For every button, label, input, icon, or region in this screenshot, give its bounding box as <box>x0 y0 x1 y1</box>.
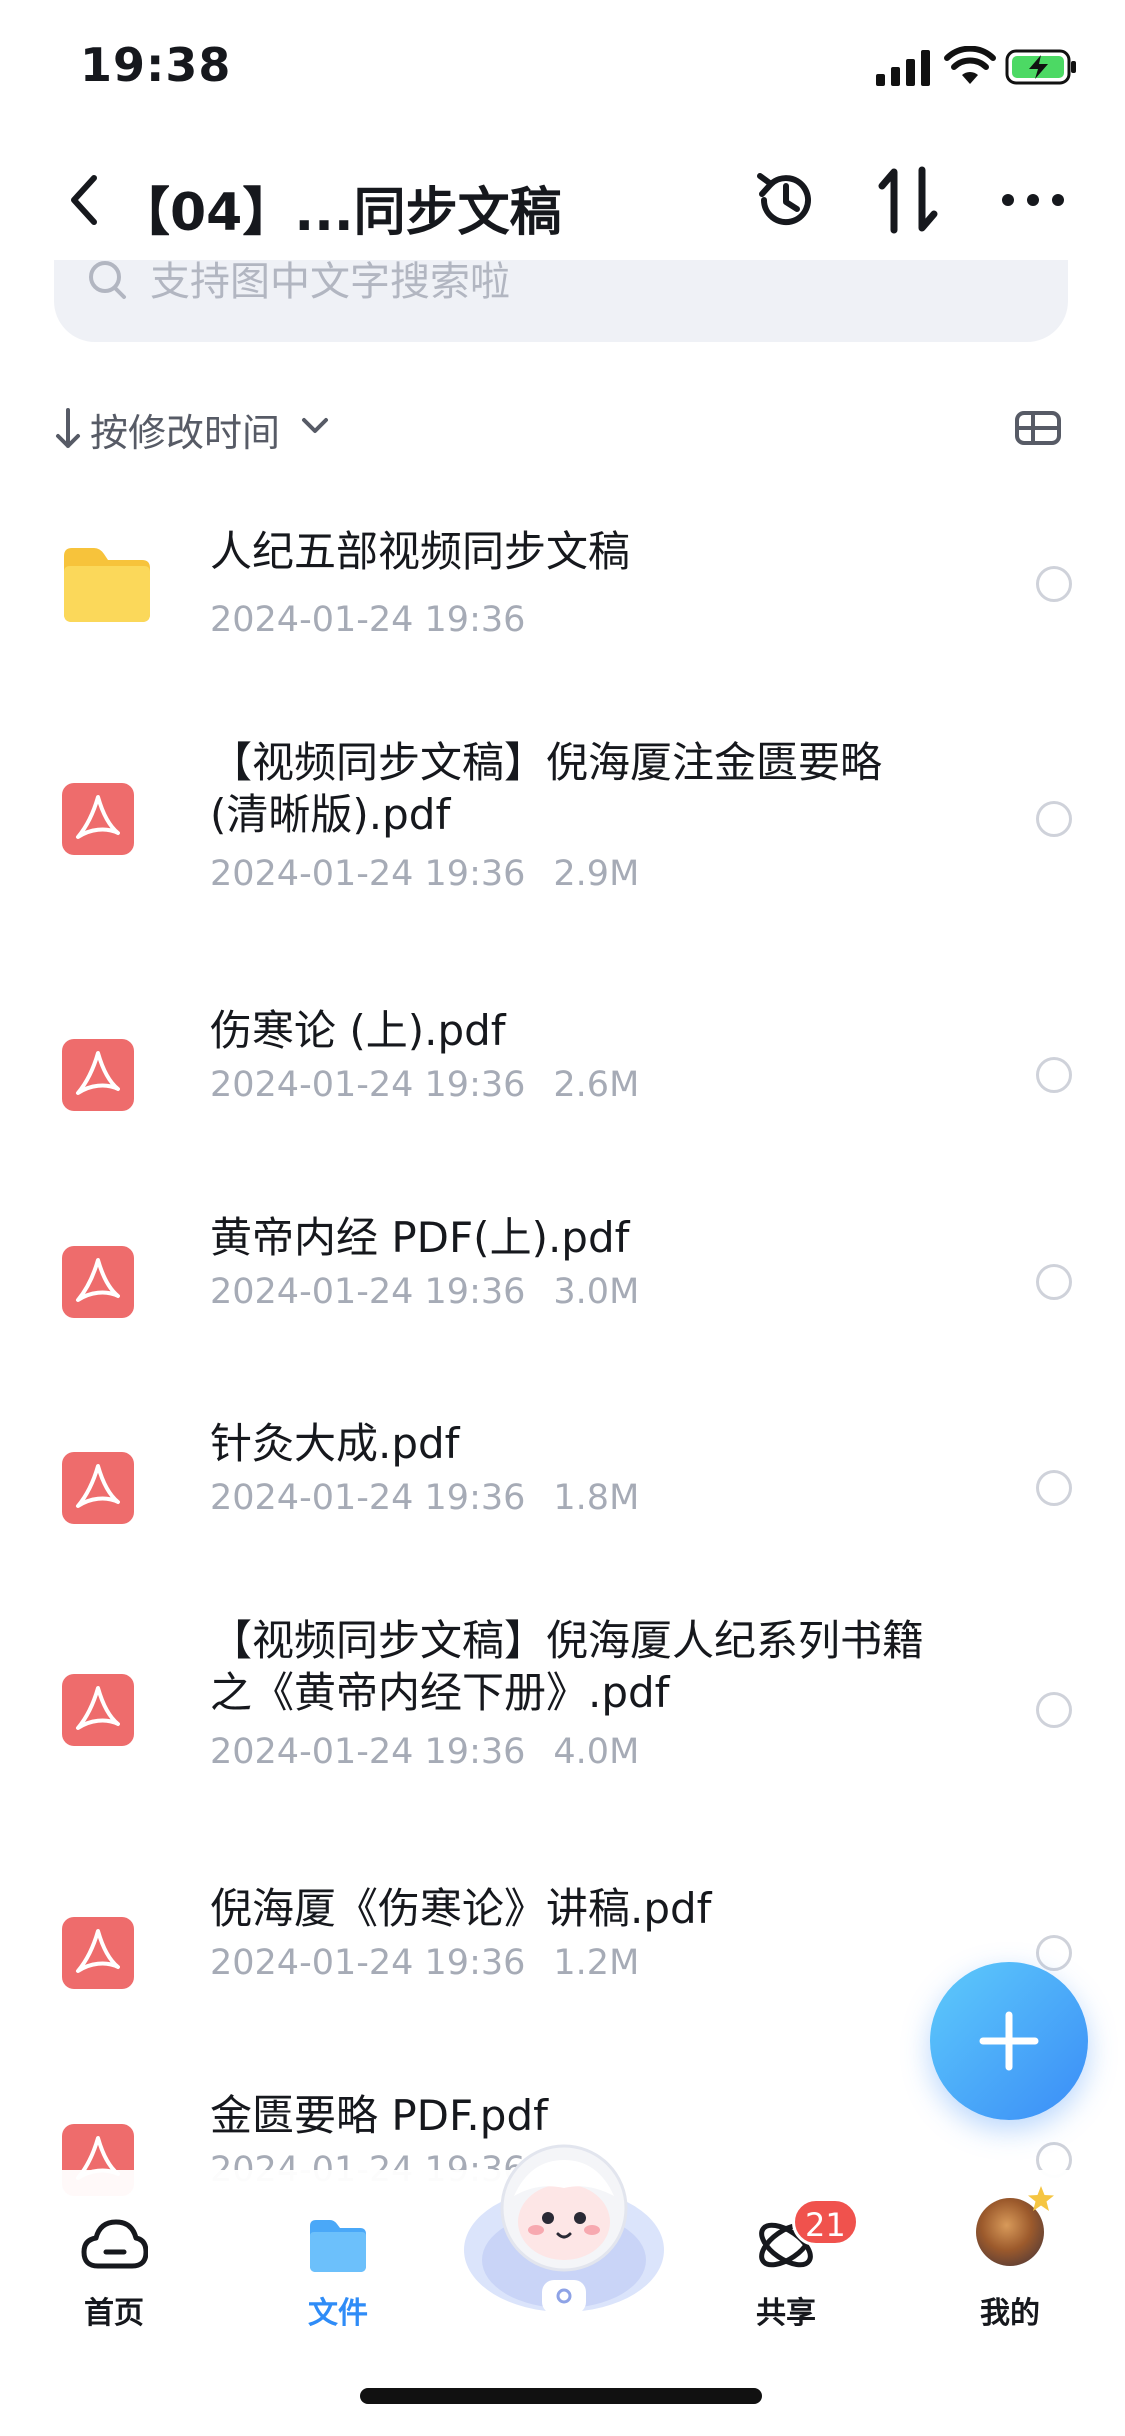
sort-down-arrow-icon <box>56 408 80 448</box>
file-meta: 2024-01-24 19:36 1.8M <box>210 1478 639 1518</box>
chevron-down-icon <box>302 418 328 433</box>
tab-home[interactable]: 首页 <box>34 2198 194 2331</box>
search-input[interactable]: 支持图中文字搜索啦 <box>54 260 1068 342</box>
select-checkbox[interactable] <box>1036 801 1072 837</box>
nav-bar: 【04】...同步文稿 <box>0 140 1125 260</box>
pdf-file-icon <box>62 1039 134 1111</box>
tab-label: 我的 <box>980 2296 1040 2331</box>
battery-charging-icon <box>1005 49 1076 85</box>
tab-label: 首页 <box>84 2296 144 2331</box>
pdf-file-icon <box>62 1674 134 1746</box>
list-view-toggle-icon[interactable] <box>1014 408 1062 448</box>
file-size: 2.6M <box>553 1065 640 1105</box>
cloud-home-icon <box>81 2219 148 2269</box>
file-name: 黄帝内经 PDF(上).pdf <box>210 1213 630 1262</box>
notification-badge: 21 <box>792 2198 859 2246</box>
add-button[interactable] <box>930 1962 1088 2120</box>
file-size: 2.9M <box>553 854 640 894</box>
back-icon[interactable] <box>60 168 108 232</box>
tab-files[interactable]: 文件 <box>258 2198 418 2331</box>
assistant-mascot-button[interactable] <box>458 2130 670 2320</box>
file-meta: 2024-01-24 19:36 3.0M <box>210 1272 639 1312</box>
select-checkbox[interactable] <box>1036 1692 1072 1728</box>
file-meta: 2024-01-24 19:36 1.2M <box>210 1943 639 1983</box>
home-indicator <box>360 2388 762 2404</box>
file-meta: 2024-01-24 19:36 <box>210 600 525 640</box>
plus-icon <box>979 2011 1039 2071</box>
select-checkbox[interactable] <box>1036 1470 1072 1506</box>
file-name: 【视频同步文稿】倪海厦人纪系列书籍之《黄帝内经下册》.pdf <box>210 1616 925 1717</box>
file-date: 2024-01-24 19:36 <box>210 1065 526 1105</box>
file-date: 2024-01-24 19:36 <box>210 1478 526 1518</box>
select-checkbox[interactable] <box>1036 566 1072 602</box>
wifi-icon <box>944 46 996 84</box>
select-checkbox[interactable] <box>1036 1057 1072 1093</box>
select-checkbox[interactable] <box>1036 1264 1072 1300</box>
page: 19:38 【04】...同步文稿 支持图中文字搜索啦 按修改时间 人纪五部视频… <box>0 0 1125 2436</box>
file-name: 【视频同步文稿】倪海厦注金匮要略 (清晰版).pdf <box>210 738 883 839</box>
file-date: 2024-01-24 19:36 <box>210 1272 526 1312</box>
page-title: 【04】...同步文稿 <box>118 183 562 243</box>
pdf-file-icon <box>62 1452 134 1524</box>
transfer-sort-icon[interactable] <box>876 164 942 236</box>
pdf-file-icon <box>62 1246 134 1318</box>
pdf-file-icon <box>62 783 134 855</box>
search-icon <box>89 261 126 299</box>
file-meta: 2024-01-24 19:36 4.0M <box>210 1732 639 1772</box>
file-name: 倪海厦《伤寒论》讲稿.pdf <box>210 1884 712 1933</box>
file-meta: 2024-01-24 19:36 2.9M <box>210 854 639 894</box>
tab-share[interactable]: 21 共享 <box>706 2198 866 2331</box>
pdf-file-icon <box>62 1917 134 1989</box>
tab-label: 共享 <box>756 2296 816 2331</box>
more-icon[interactable] <box>1000 180 1066 220</box>
status-time: 19:38 <box>80 38 232 92</box>
search-placeholder: 支持图中文字搜索啦 <box>150 259 510 305</box>
file-date: 2024-01-24 19:36 <box>210 600 526 640</box>
file-name: 针灸大成.pdf <box>210 1419 460 1468</box>
file-size: 4.0M <box>553 1732 640 1772</box>
history-icon[interactable] <box>752 166 820 234</box>
cellular-signal-icon <box>876 50 930 86</box>
status-bar: 19:38 <box>0 0 1125 140</box>
file-size: 1.2M <box>553 1943 640 1983</box>
file-name: 伤寒论 (上).pdf <box>210 1006 506 1055</box>
select-checkbox[interactable] <box>1036 1935 1072 1971</box>
file-date: 2024-01-24 19:36 <box>210 1732 526 1772</box>
file-size: 1.8M <box>553 1478 640 1518</box>
star-badge-icon <box>1028 2186 1054 2211</box>
file-date: 2024-01-24 19:36 <box>210 854 526 894</box>
folder-icon <box>310 2220 366 2272</box>
folder-icon <box>64 548 150 622</box>
file-name: 人纪五部视频同步文稿 <box>210 527 631 576</box>
tab-label: 文件 <box>308 2296 368 2331</box>
file-date: 2024-01-24 19:36 <box>210 1943 526 1983</box>
file-meta: 2024-01-24 19:36 2.6M <box>210 1065 639 1105</box>
sort-label: 按修改时间 <box>90 411 281 455</box>
file-size: 3.0M <box>553 1272 640 1312</box>
sort-row: 按修改时间 <box>54 398 1084 458</box>
